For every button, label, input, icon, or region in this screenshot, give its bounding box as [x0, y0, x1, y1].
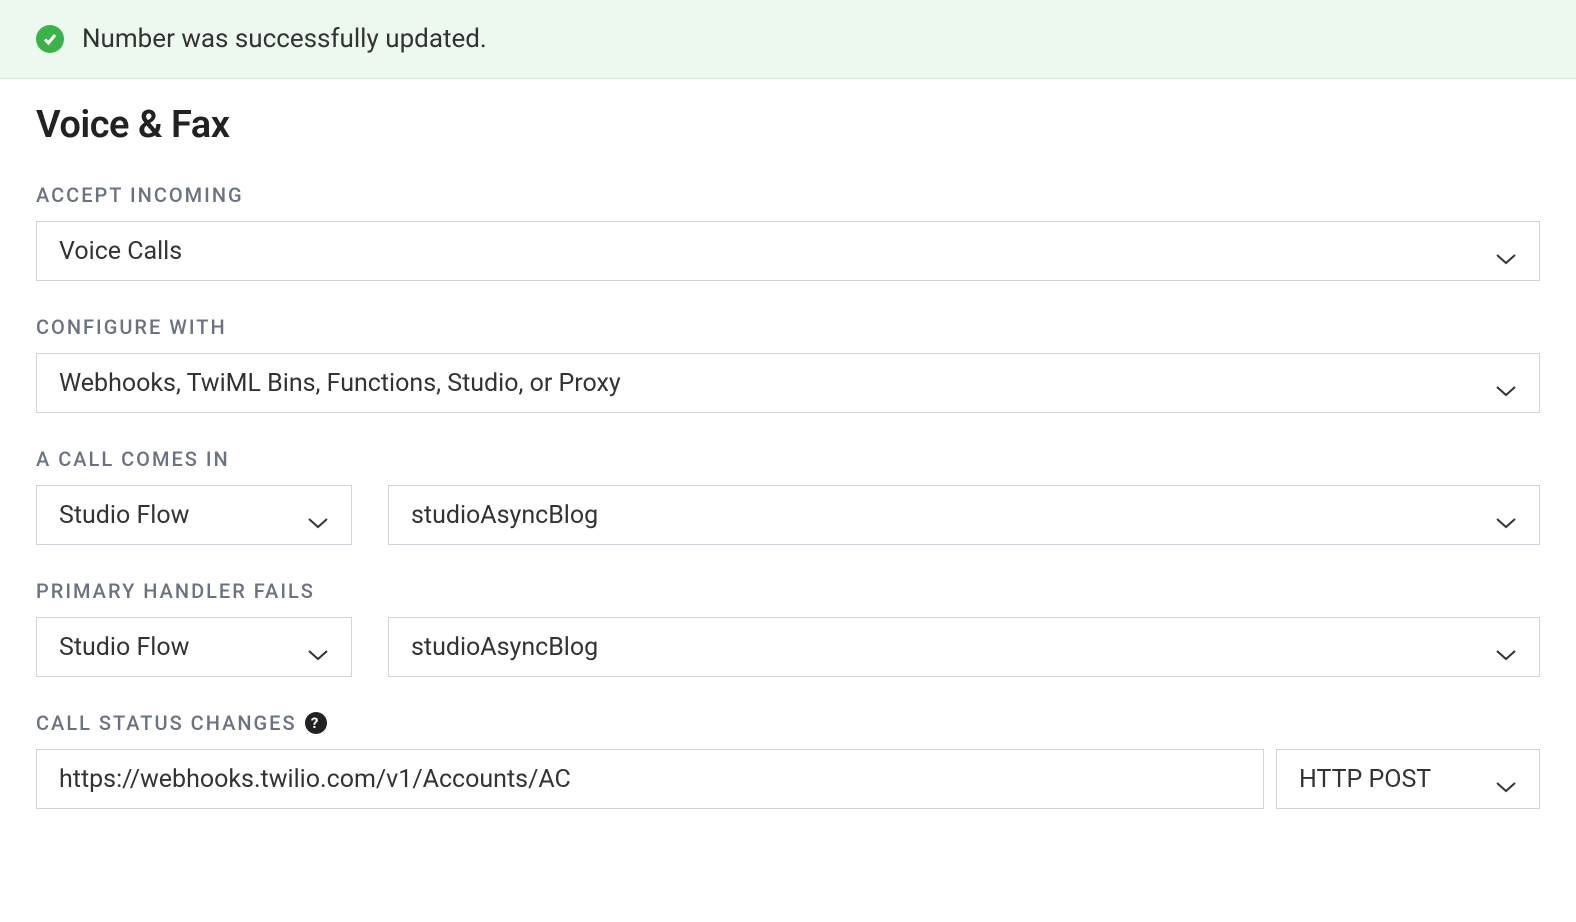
alert-message: Number was successfully updated.: [82, 24, 487, 54]
configure-with-select[interactable]: Webhooks, TwiML Bins, Functions, Studio,…: [36, 353, 1540, 413]
primary-handler-fails-type-value: Studio Flow: [59, 633, 189, 662]
success-alert: Number was successfully updated.: [0, 0, 1576, 79]
primary-handler-fails-value-select[interactable]: studioAsyncBlog: [388, 617, 1540, 677]
chevron-down-icon: [1495, 244, 1517, 258]
primary-handler-fails-type-select[interactable]: Studio Flow: [36, 617, 352, 677]
chevron-down-icon: [1495, 376, 1517, 390]
accept-incoming-select[interactable]: Voice Calls: [36, 221, 1540, 281]
help-icon[interactable]: ?: [305, 712, 327, 734]
accept-incoming-label: ACCEPT INCOMING: [36, 183, 1540, 207]
call-status-url-input[interactable]: [36, 749, 1264, 809]
call-status-method-select[interactable]: HTTP POST: [1276, 749, 1540, 809]
call-status-method-value: HTTP POST: [1299, 765, 1431, 794]
chevron-down-icon: [307, 508, 329, 522]
call-comes-in-type-value: Studio Flow: [59, 501, 189, 530]
chevron-down-icon: [307, 640, 329, 654]
chevron-down-icon: [1495, 640, 1517, 654]
call-comes-in-type-select[interactable]: Studio Flow: [36, 485, 352, 545]
configure-with-label: CONFIGURE WITH: [36, 315, 1540, 339]
call-status-changes-label-text: CALL STATUS CHANGES: [36, 711, 297, 735]
primary-handler-fails-label: PRIMARY HANDLER FAILS: [36, 579, 1540, 603]
section-title: Voice & Fax: [36, 103, 1540, 147]
chevron-down-icon: [1495, 508, 1517, 522]
call-comes-in-value-select[interactable]: studioAsyncBlog: [388, 485, 1540, 545]
accept-incoming-value: Voice Calls: [59, 237, 182, 266]
call-comes-in-flow-value: studioAsyncBlog: [411, 501, 598, 530]
chevron-down-icon: [1495, 772, 1517, 786]
check-circle-icon: [36, 25, 64, 53]
call-comes-in-label: A CALL COMES IN: [36, 447, 1540, 471]
call-status-changes-label: CALL STATUS CHANGES ?: [36, 711, 1540, 735]
primary-handler-fails-flow-value: studioAsyncBlog: [411, 633, 598, 662]
configure-with-value: Webhooks, TwiML Bins, Functions, Studio,…: [59, 369, 621, 398]
